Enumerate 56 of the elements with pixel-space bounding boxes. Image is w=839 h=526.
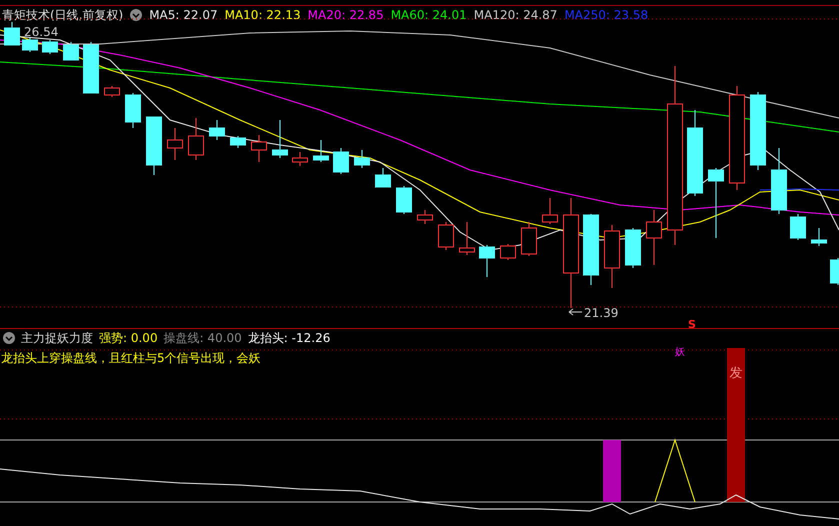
candlestick	[4, 22, 20, 46]
candlestick	[83, 42, 99, 94]
candlestick	[583, 214, 599, 286]
candlestick	[188, 118, 204, 160]
candlestick	[375, 168, 391, 188]
candlestick	[354, 150, 370, 168]
indicator-value: 强势: 0.00	[99, 330, 158, 346]
candlestick	[830, 258, 839, 286]
signal-marker: 妖	[675, 347, 685, 358]
price-high-label: 26.54	[24, 25, 58, 39]
candlestick	[604, 224, 620, 288]
candlestick	[313, 140, 329, 162]
signal-bar-label: 发	[730, 366, 742, 381]
pointer-arrow-icon	[568, 308, 582, 316]
candlestick	[396, 186, 412, 214]
candlestick	[63, 42, 79, 60]
candlestick	[292, 152, 308, 166]
candlestick	[230, 136, 246, 148]
moving-average-value: MA5: 22.07	[149, 8, 218, 22]
candlestick	[521, 222, 537, 256]
candlestick	[479, 244, 495, 278]
candlestick	[209, 120, 225, 140]
candlestick	[104, 86, 120, 98]
moving-average-value: MA60: 24.01	[390, 8, 467, 22]
moving-average-value: MA10: 22.13	[224, 8, 301, 22]
candlestick	[167, 128, 183, 160]
candlestick	[708, 168, 724, 238]
dropdown-icon[interactable]	[130, 9, 142, 21]
dropdown-icon[interactable]	[3, 332, 15, 344]
candlestick	[333, 148, 349, 174]
moving-average-value: MA20: 22.85	[308, 8, 384, 22]
signal-bar	[603, 440, 621, 502]
candlestick	[771, 148, 787, 214]
candlestick	[646, 210, 662, 266]
candlestick	[251, 134, 267, 162]
candlestick	[146, 116, 162, 176]
moving-average-value: MA120: 24.87	[474, 8, 558, 22]
price-low-label: 21.39	[584, 306, 618, 320]
candlestick	[542, 198, 558, 224]
candlestick	[417, 210, 433, 224]
candlestick	[22, 38, 38, 52]
indicator-value: 龙抬头: -12.26	[248, 330, 330, 346]
indicator-description: 龙抬头上穿操盘线，且红柱与5个信号出现，会妖	[0, 350, 261, 367]
sell-signal-mark: S	[688, 318, 696, 328]
moving-average-value: MA250: 23.58	[564, 8, 648, 22]
candlestick	[438, 222, 454, 250]
candlestick	[500, 244, 516, 260]
candlestick	[625, 228, 641, 268]
candlestick	[42, 40, 58, 54]
candlestick	[459, 222, 475, 256]
candlestick	[125, 92, 141, 128]
candlestick	[272, 120, 288, 158]
candlestick	[790, 214, 806, 240]
indicator-title: 主力捉妖力度	[21, 330, 93, 346]
candlestick	[811, 228, 827, 246]
indicator-value: 操盘线: 40.00	[164, 330, 242, 346]
